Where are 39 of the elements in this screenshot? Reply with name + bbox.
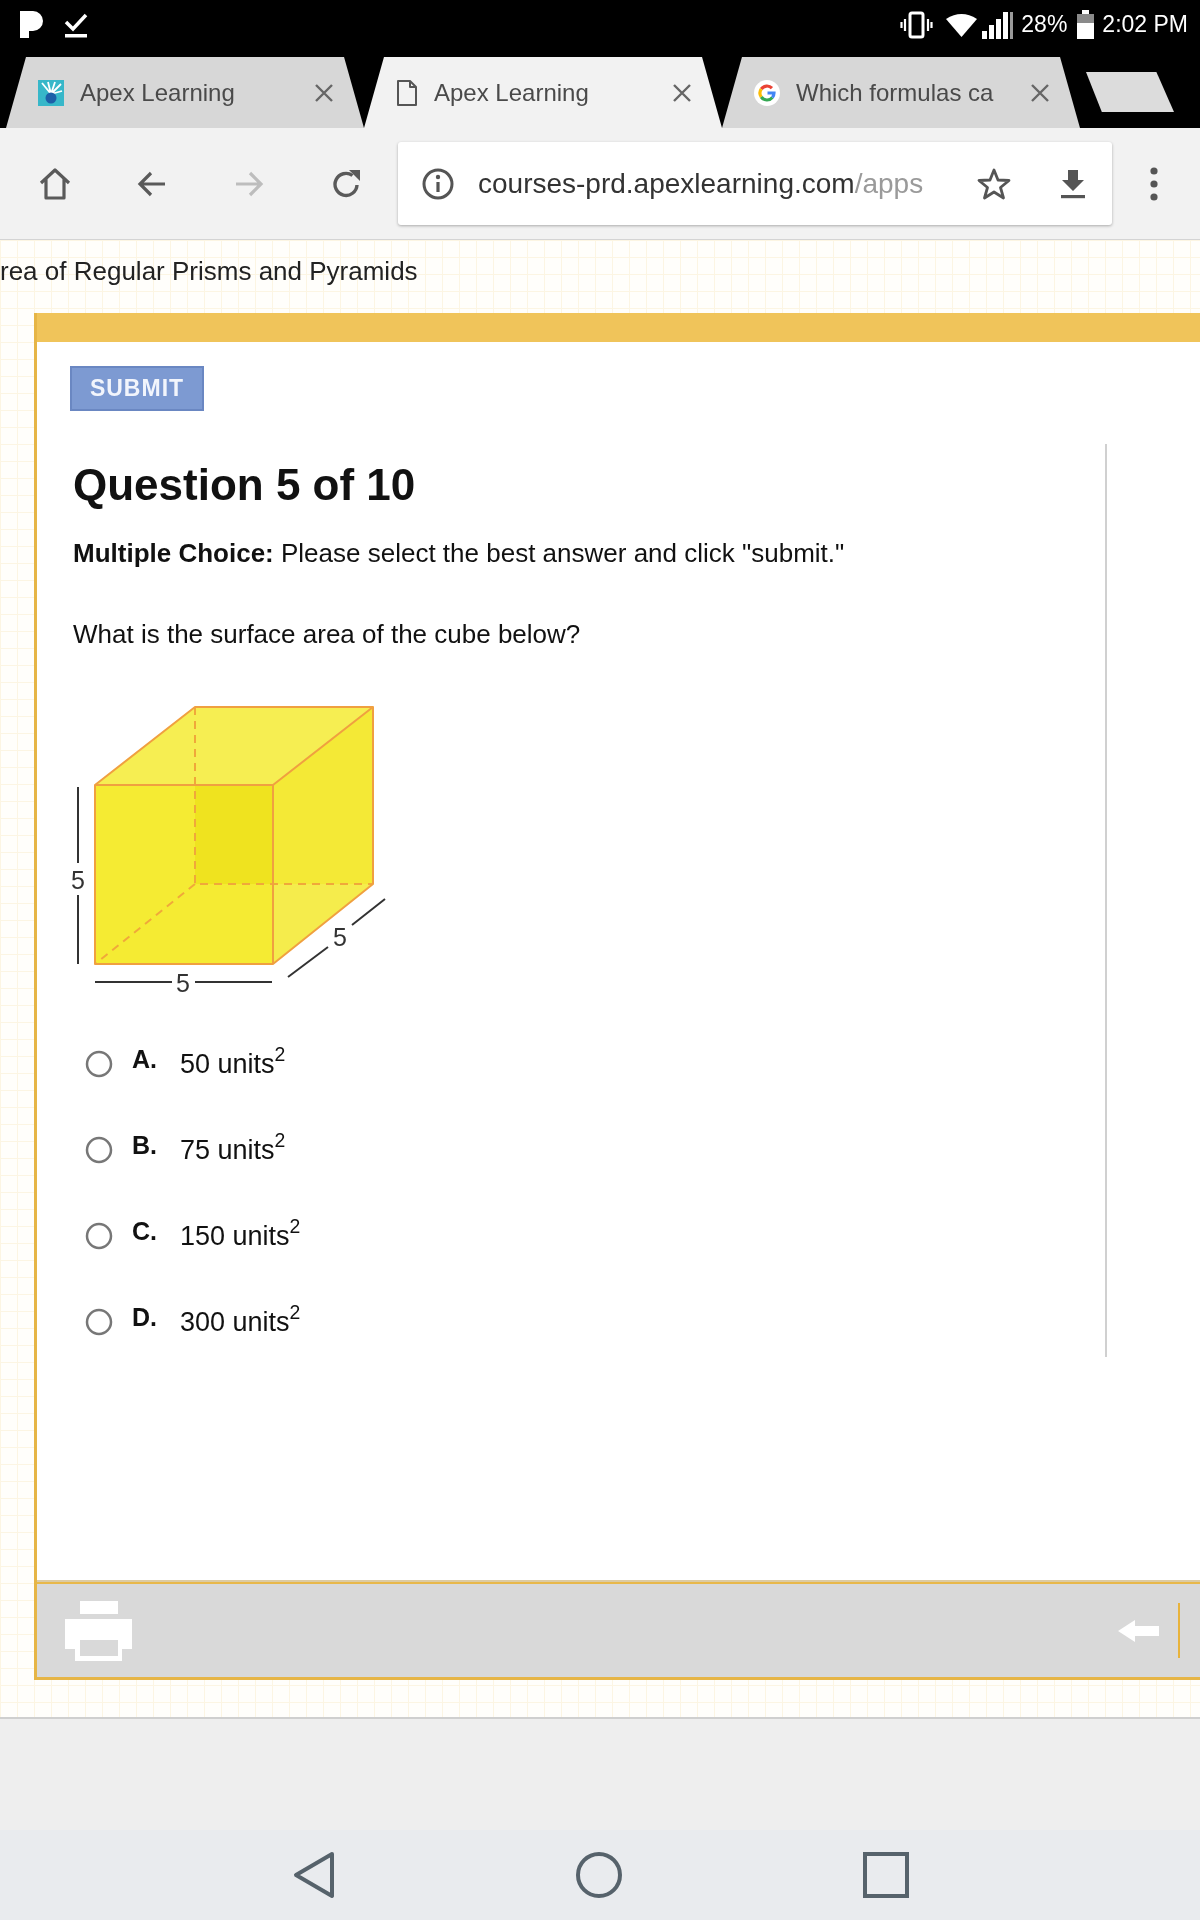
close-icon[interactable] [314,82,334,103]
answer-option[interactable]: A. 50 units$^{2}$ [73,1029,286,1099]
browser-tab[interactable]: Apex Learning [6,57,364,128]
radio-button[interactable] [85,1136,113,1164]
nav-back-icon[interactable] [293,1851,335,1899]
info-icon[interactable] [422,167,454,200]
answer-option[interactable]: C. 150 units$^{2}$ [73,1201,301,1271]
document-icon [396,79,418,106]
battery-icon [1076,9,1096,40]
question-heading: Question 5 of 10 [73,461,417,509]
dimension-label: 5 [333,923,347,951]
radio-button[interactable] [85,1308,113,1336]
answer-option[interactable]: B. 75 units$^{2}$ [73,1115,286,1185]
dimension-label: 5 [176,969,190,997]
lesson-title: rea of Regular Prisms and Pyramids [0,256,418,286]
answer-option[interactable]: D. 300 units$^{2}$ [73,1287,301,1357]
battery-percent: 28% [1021,11,1068,38]
check-underline-icon [64,11,88,38]
browser-tab[interactable]: Which formulas ca [722,57,1080,128]
close-icon[interactable] [1030,82,1050,103]
close-icon[interactable] [672,82,692,103]
nav-recents-icon[interactable] [863,1852,909,1898]
browser-tab[interactable]: Apex Learning [364,57,722,128]
radio-button[interactable] [85,1222,113,1250]
clock-time: 2:02 PM [1102,11,1188,38]
star-icon[interactable] [977,166,1011,201]
instructions-text: Multiple Choice: Please select the best answer and click "submit." [73,537,846,570]
menu-icon[interactable] [1150,165,1158,202]
address-bar[interactable]: courses-prd.apexlearning.com/apps [398,142,1112,225]
signal-icon [982,10,1015,39]
site-logo-icon [38,79,64,106]
nav-home-icon[interactable] [576,1852,622,1898]
vibrate-icon [900,10,934,39]
g-logo-icon [754,79,780,106]
dimension-label: 5 [71,866,85,894]
home-icon[interactable] [37,165,73,202]
question-text: What is the surface area of the cube below? [73,618,582,651]
wifi-icon [945,11,979,38]
radio-button[interactable] [85,1050,113,1078]
